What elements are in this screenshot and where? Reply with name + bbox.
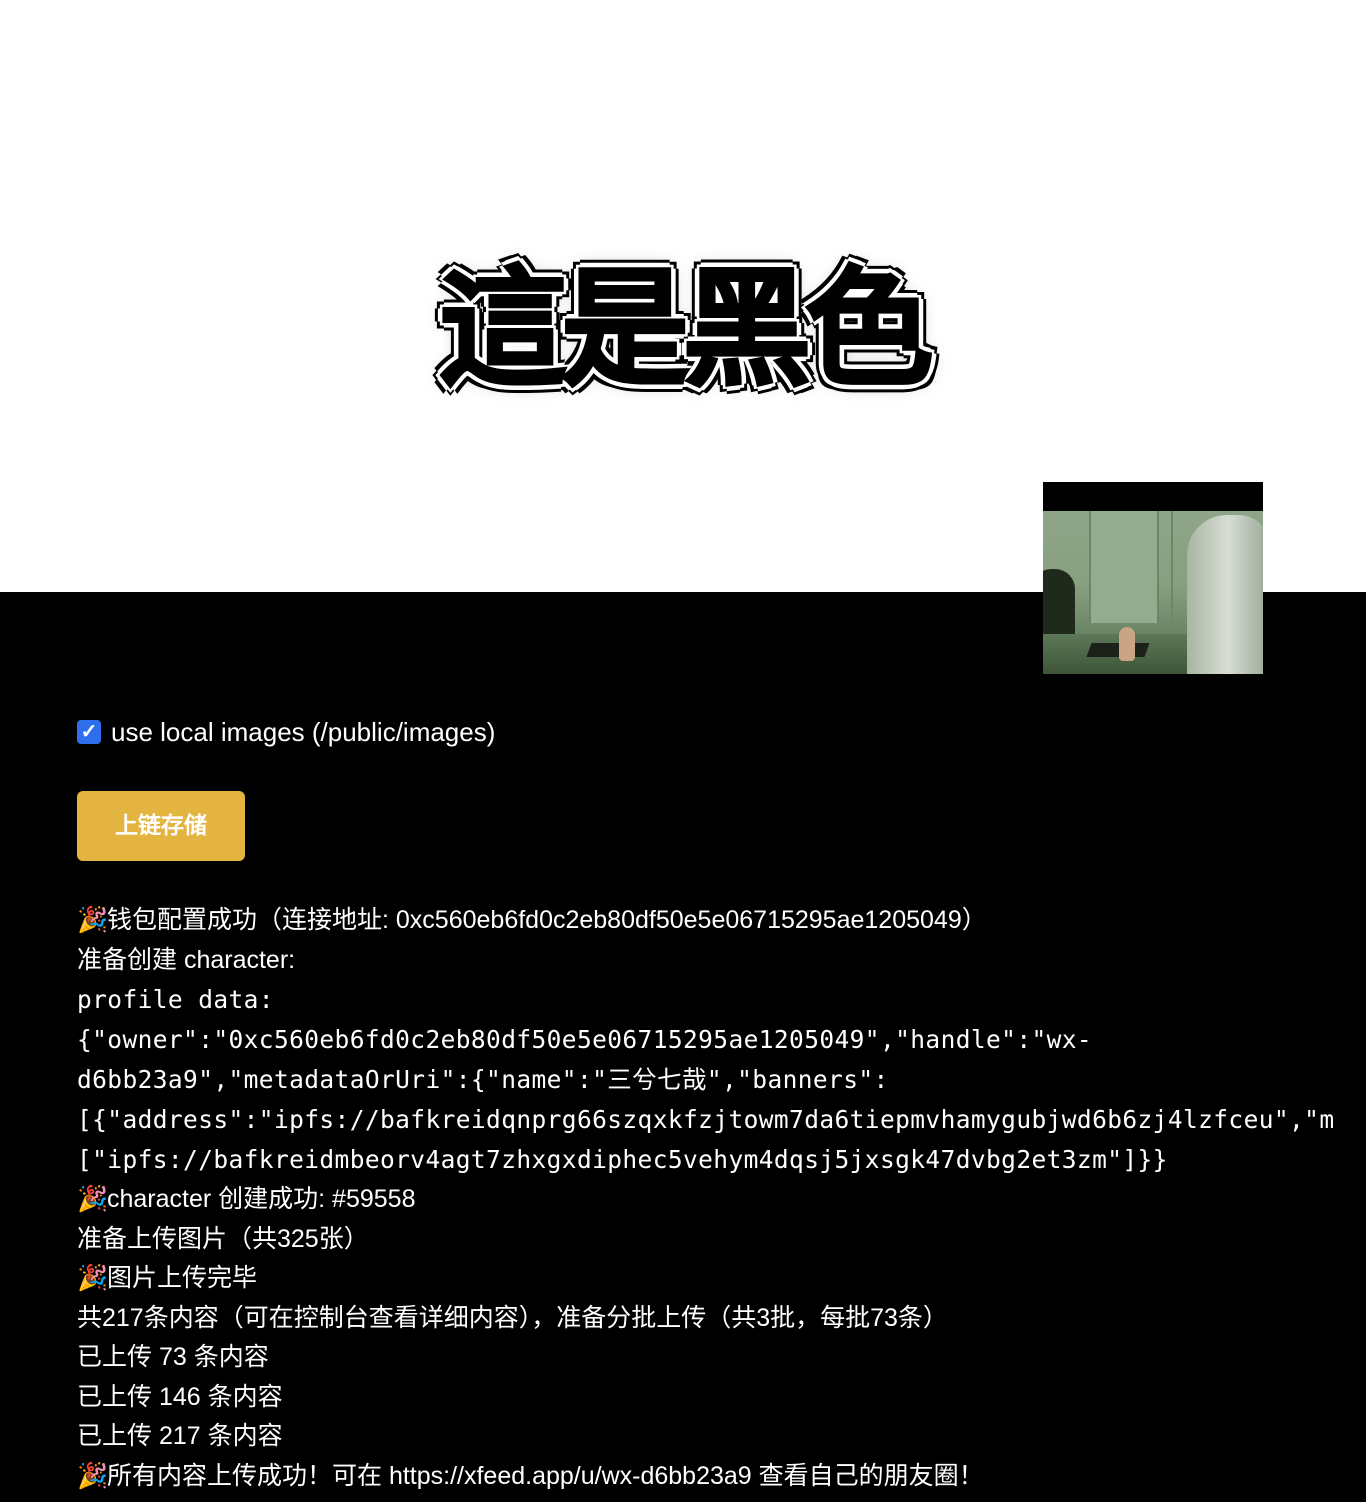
use-local-images-row[interactable]: ✓ use local images (/public/images) [77, 712, 1366, 752]
party-popper-icon: 🎉 [77, 906, 109, 934]
log-line-uploaded-3: 已上传 217 条内容 [77, 1422, 283, 1450]
scene-person-right [1187, 515, 1263, 674]
log-wallet-text: 钱包配置成功（连接地址: 0xc560eb6fd0c2eb80df50e5e06… [107, 906, 987, 934]
party-popper-icon: 🎉 [77, 1461, 109, 1490]
log-line-wallet: 🎉钱包配置成功（连接地址: 0xc560eb6fd0c2eb80df50e5e0… [77, 901, 1366, 941]
use-local-images-label[interactable]: use local images (/public/images) [111, 717, 495, 748]
scene-paper [1086, 643, 1150, 657]
upload-onchain-button[interactable]: 上链存储 [77, 791, 245, 861]
status-log: 🎉钱包配置成功（连接地址: 0xc560eb6fd0c2eb80df50e5e0… [77, 901, 1366, 1496]
movie-thumbnail-image [1043, 482, 1263, 674]
main-content: ✓ use local images (/public/images) 上链存储… [77, 712, 1366, 1490]
scene-hand [1119, 627, 1135, 661]
party-popper-icon: 🎉 [77, 1264, 109, 1292]
log-line-profile-json-2: d6bb23a9","metadataOrUri":{"name":"三兮七哉"… [77, 1065, 889, 1094]
scene-door [1089, 511, 1159, 623]
banner-headline: 這是黑色 [437, 254, 934, 406]
scene-wall-line [1171, 511, 1173, 631]
use-local-images-checkbox[interactable]: ✓ [77, 720, 101, 744]
log-line-prepare-character: 准备创建 character: [77, 945, 296, 974]
log-line-uploaded-2: 已上传 146 条内容 [77, 1382, 283, 1411]
log-line-batch-info: 共217条内容（可在控制台查看详细内容），准备分批上传（共3批，每批73条） [77, 1303, 948, 1332]
party-popper-icon: 🎉 [77, 1185, 109, 1213]
log-all-success-text: 所有内容上传成功！可在 https://xfeed.app/u/wx-d6bb2… [107, 1461, 984, 1490]
log-line-profile-json-4: ["ipfs://bafkreidmbeorv4agt7zhxgxdiphec5… [77, 1145, 1168, 1174]
log-line-uploaded-1: 已上传 73 条内容 [77, 1343, 269, 1371]
log-line-profile-label: profile data: [77, 985, 274, 1014]
log-line-prepare-images: 准备上传图片（共325张） [77, 1224, 369, 1253]
log-line-images-done: 🎉图片上传完毕 [77, 1259, 1366, 1299]
movie-scene [1043, 511, 1263, 674]
log-line-character-success: 🎉character 创建成功: #59558 [77, 1180, 1366, 1220]
log-images-done-text: 图片上传完毕 [107, 1264, 258, 1292]
log-line-profile-json-3: [{"address":"ipfs://bafkreidqnprg66szqxk… [77, 1105, 1335, 1134]
log-line-profile-json-1: {"owner":"0xc560eb6fd0c2eb80df50e5e06715… [77, 1025, 1093, 1054]
log-line-all-success: 🎉所有内容上传成功！可在 https://xfeed.app/u/wx-d6bb… [77, 1457, 1366, 1497]
log-character-text: character 创建成功: #59558 [107, 1185, 416, 1213]
